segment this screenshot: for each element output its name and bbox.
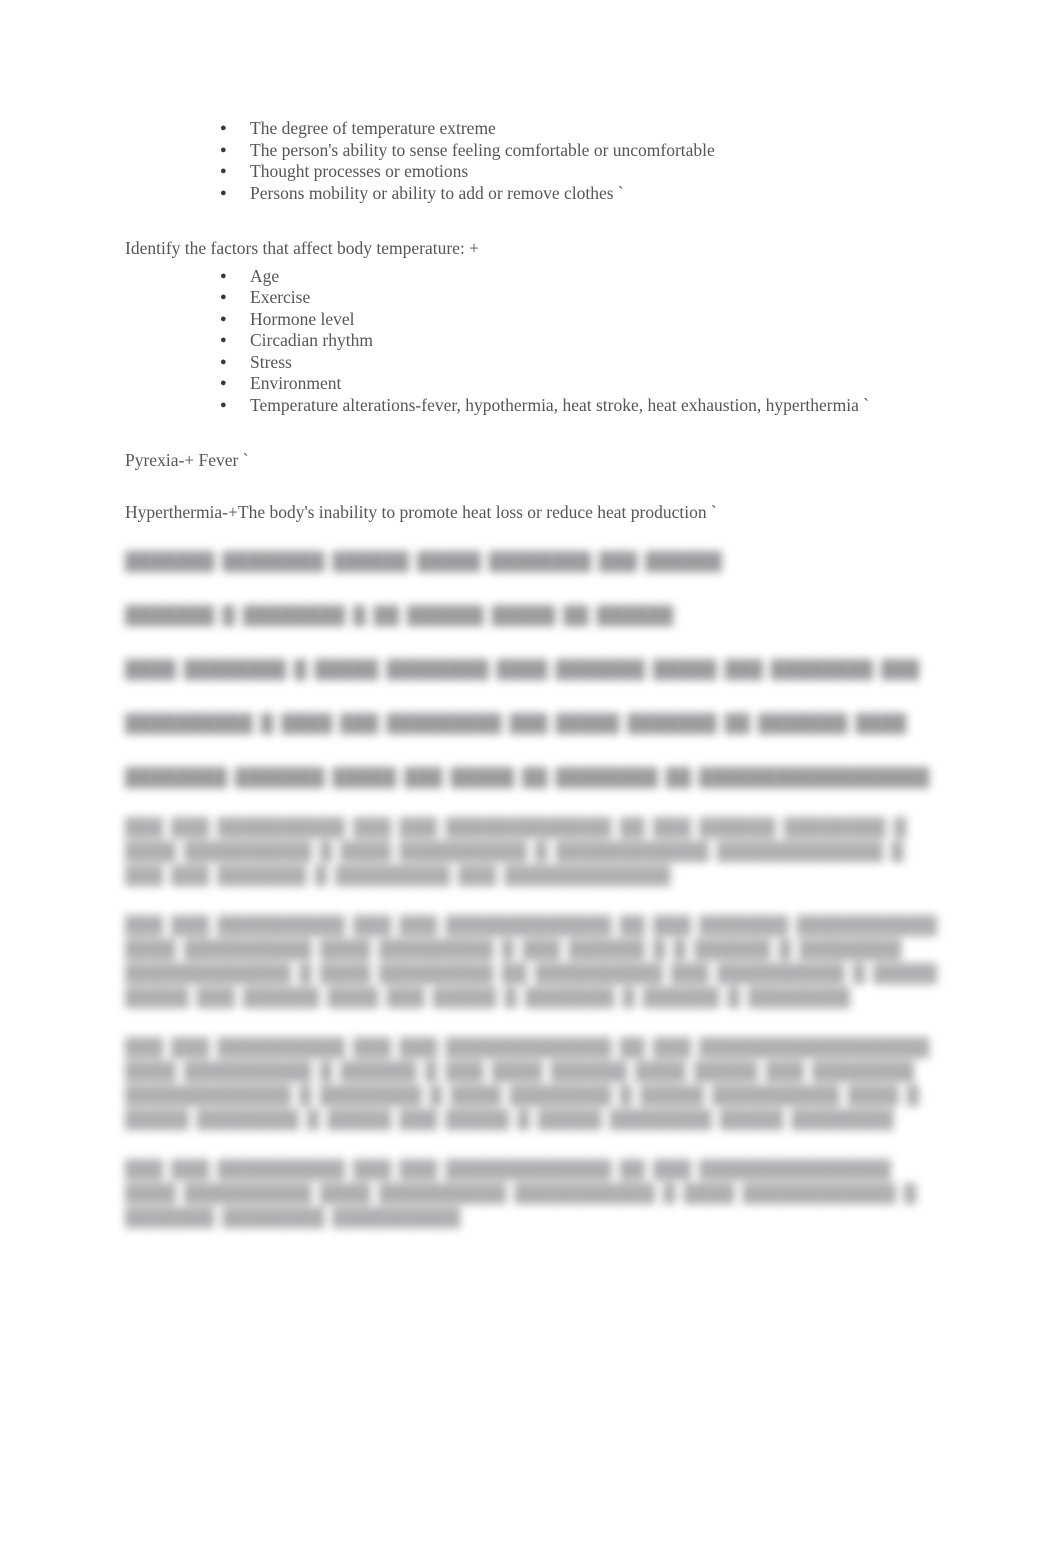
document-page: The degree of temperature extreme The pe… [0, 0, 1062, 1556]
redacted-paragraph: ███ ███ ██████████ ███ ███ █████████████… [125, 1159, 917, 1227]
list-item: Persons mobility or ability to add or re… [125, 183, 945, 205]
redacted-line: ████████ ███████ █████ ███ █████ ██ ████… [125, 767, 930, 787]
redacted-line: ████ ████████ █ █████ ████████ ████ ████… [125, 659, 920, 679]
list-item: The degree of temperature extreme [125, 118, 945, 140]
list-item: Thought processes or emotions [125, 161, 945, 183]
list-item: The person's ability to sense feeling co… [125, 140, 945, 162]
list-item: Circadian rhythm [125, 330, 945, 352]
list-item: Temperature alterations-fever, hypotherm… [125, 395, 945, 417]
redacted-paragraph: ███ ███ ██████████ ███ ███ █████████████… [125, 915, 938, 1007]
definition-hyperthermia: Hyperthermia-+The body's inability to pr… [125, 501, 717, 522]
redacted-paragraph: ███ ███ ██████████ ███ ███ █████████████… [125, 1037, 930, 1129]
redacted-paragraph: ███ ███ ██████████ ███ ███ █████████████… [125, 817, 907, 885]
list-item: Exercise [125, 287, 945, 309]
list-item: Stress [125, 352, 945, 374]
redacted-line: ███████ █ ████████ █ ██ ██████ █████ ██ … [125, 605, 674, 625]
list-item: Hormone level [125, 309, 945, 331]
factors-heading: Identify the factors that affect body te… [125, 238, 480, 258]
definition-pyrexia: Pyrexia-+ Fever ` [125, 450, 249, 470]
body-temperature-factors-list: Age Exercise Hormone level Circadian rhy… [125, 266, 945, 417]
redacted-line: ██████████ █ ████ ███ █████████ ███ ████… [125, 713, 907, 733]
comfort-factors-list: The degree of temperature extreme The pe… [125, 118, 945, 204]
document-body: The degree of temperature extreme The pe… [125, 118, 945, 1229]
redacted-line: ███████ ████████ ██████ █████ ████████ █… [125, 551, 722, 571]
list-item: Age [125, 266, 945, 288]
list-item: Environment [125, 373, 945, 395]
